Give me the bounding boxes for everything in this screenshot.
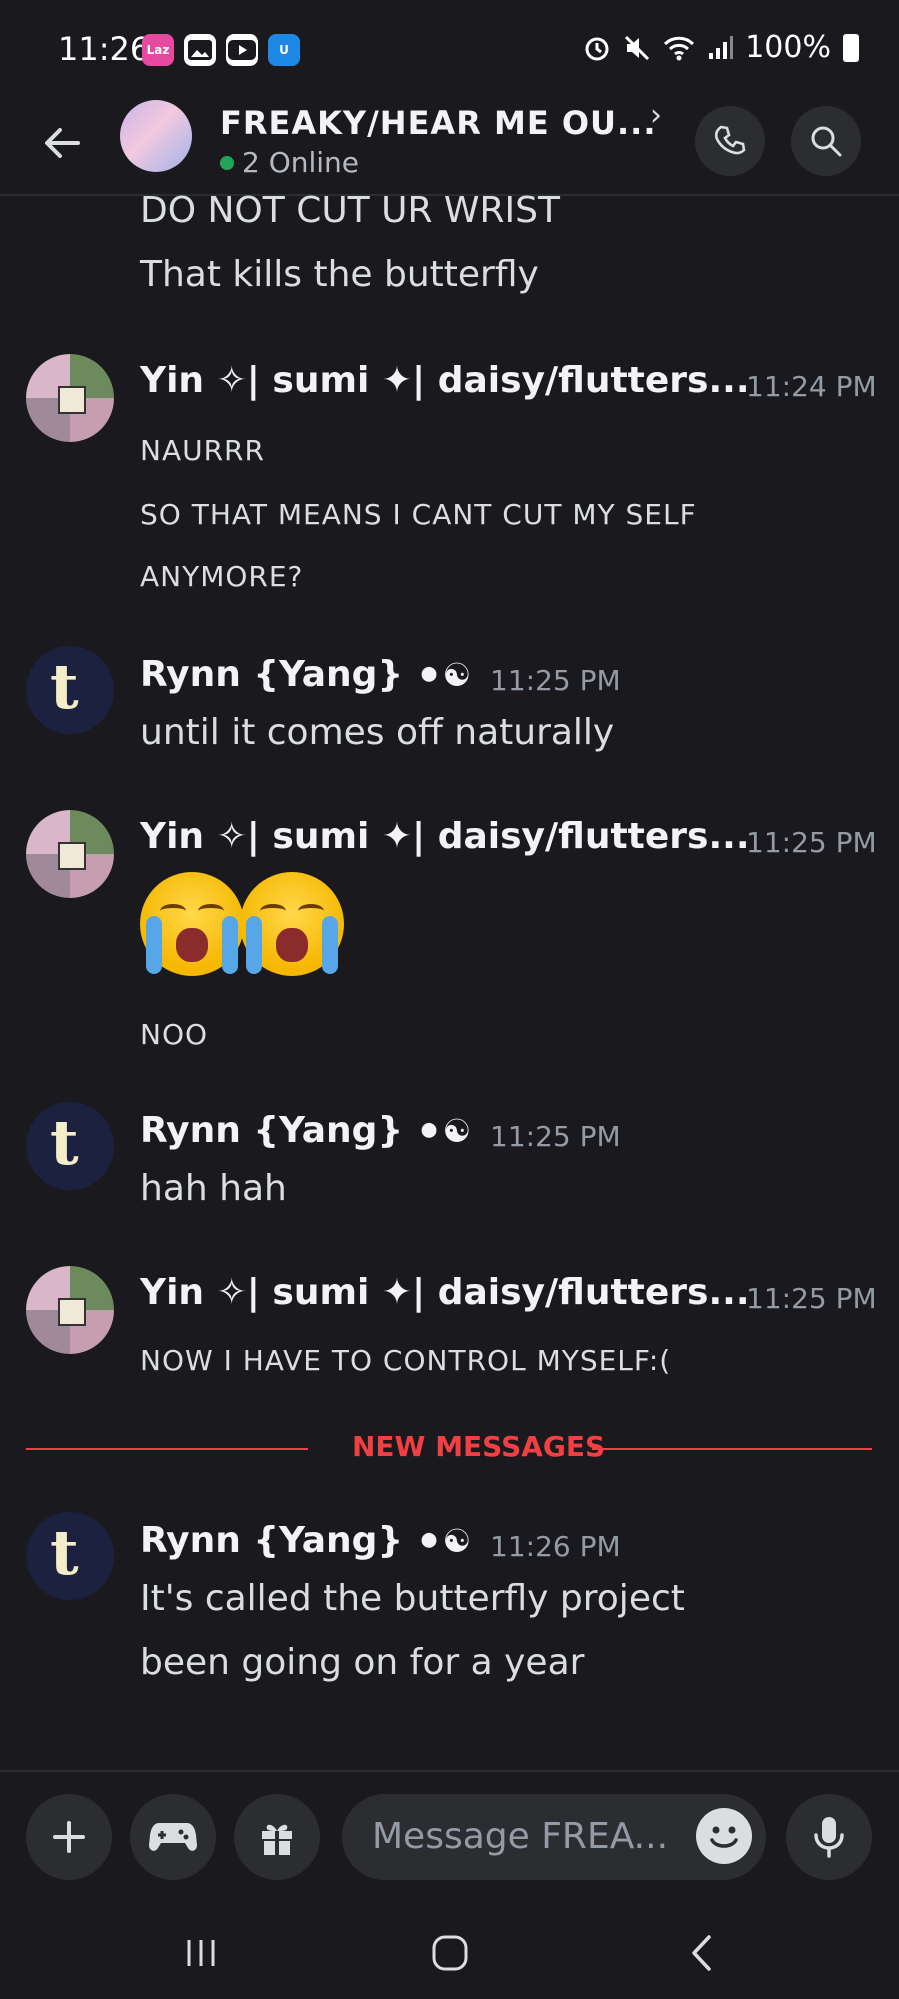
author-name[interactable]: Rynn {Yang} ⚫☯ [140,1110,471,1151]
timestamp: 11:24 PM [746,370,877,403]
signal-icon [709,35,734,59]
add-attachment-button[interactable] [26,1794,112,1880]
message-input[interactable]: Message FREA... [342,1794,766,1880]
message-text: hah hah [140,1168,287,1209]
system-navigation-bar [0,1900,899,1999]
online-count: 2 Online [242,146,360,179]
plus-icon [53,1821,85,1853]
youtube-icon [226,34,258,66]
recent-apps-icon [187,1940,215,1966]
author-name[interactable]: Yin ✧| sumi ✦| daisy/flutters... [140,360,750,401]
message-text: until it comes off naturally [140,712,615,753]
recent-apps-button[interactable] [176,1928,226,1978]
avatar-rynn[interactable] [26,1102,114,1190]
avatar-yin[interactable] [26,810,114,898]
chevron-left-icon [692,1935,711,1971]
message-text: SO THAT MEANS I CANT CUT MY SELF [140,498,697,531]
mute-icon [625,35,650,60]
battery-icon [843,33,859,62]
loudly-crying-face-icon[interactable] [140,872,244,976]
app-notification-icon: U [268,34,300,66]
message-text: ANYMORE? [140,560,304,593]
notification-icons: Laz U [142,34,300,66]
message-input-placeholder: Message FREA... [372,1816,669,1857]
message-text: That kills the butterfly [140,254,539,295]
gift-button[interactable] [234,1794,320,1880]
arrow-left-icon [45,128,80,158]
new-messages-label: NEW MESSAGES [352,1430,606,1463]
badge-icons: ⚫☯ [415,1522,472,1560]
status-time: 11:26 [58,30,151,68]
message-composer: Message FREA... [0,1770,899,1902]
author-name[interactable]: Yin ✧| sumi ✦| daisy/flutters... [140,1272,750,1313]
gift-icon [262,1824,292,1855]
system-status: 100% [583,30,859,65]
battery-percent: 100% [745,30,831,65]
message-text: NOO [140,1018,209,1051]
voice-message-button[interactable] [786,1794,872,1880]
message-text: NAURRR [140,434,265,467]
home-icon [432,1935,468,1971]
channel-header: FREAKY/HEAR ME OU... › 2 Online [0,98,899,196]
phone-icon [714,125,746,155]
status-bar: 11:26 Laz U 100% [0,0,899,100]
avatar-yin[interactable] [26,1266,114,1354]
timestamp: 11:25 PM [746,1282,877,1315]
wifi-icon [664,36,695,60]
badge-icons: ⚫☯ [415,656,472,694]
avatar-yin[interactable] [26,354,114,442]
lazada-app-icon: Laz [142,34,174,66]
timestamp: 11:25 PM [490,1120,621,1153]
author-name[interactable]: Rynn {Yang} ⚫☯ [140,1520,471,1561]
loudly-crying-face-icon[interactable] [240,872,344,976]
back-button[interactable] [38,118,88,168]
channel-title[interactable]: FREAKY/HEAR ME OU... [220,104,656,142]
timestamp: 11:25 PM [746,826,877,859]
new-messages-divider: NEW MESSAGES [26,1430,872,1463]
message-list[interactable]: DO NOT CUT UR WRIST That kills the butte… [0,190,899,1770]
microphone-icon [814,1817,844,1858]
activities-button[interactable] [130,1794,216,1880]
badge-icons: ⚫☯ [415,1112,472,1150]
online-dot-icon [220,155,234,170]
smiley-icon [710,1826,738,1848]
call-button[interactable] [695,106,765,176]
emoji-picker-button[interactable] [696,1808,752,1864]
message-text: DO NOT CUT UR WRIST [140,190,560,231]
gamepad-icon [149,1823,197,1851]
avatar-rynn[interactable] [26,646,114,734]
online-status: 2 Online [220,146,359,179]
timestamp: 11:26 PM [490,1530,621,1563]
message-text: been going on for a year [140,1642,585,1683]
timestamp: 11:25 PM [490,664,621,697]
message-text: It's called the butterfly project [140,1578,685,1619]
alarm-icon [585,37,609,60]
search-button[interactable] [791,106,861,176]
author-name[interactable]: Yin ✧| sumi ✦| daisy/flutters... [140,816,750,857]
group-avatar[interactable] [120,100,192,172]
chevron-right-icon[interactable]: › [650,98,662,133]
author-name[interactable]: Rynn {Yang} ⚫☯ [140,654,471,695]
home-button[interactable] [425,1928,475,1978]
avatar-rynn[interactable] [26,1512,114,1600]
message-text: NOW I HAVE TO CONTROL MYSELF:( [140,1344,672,1377]
back-nav-button[interactable] [678,1928,728,1978]
gallery-icon [184,34,216,66]
search-icon [811,126,842,157]
